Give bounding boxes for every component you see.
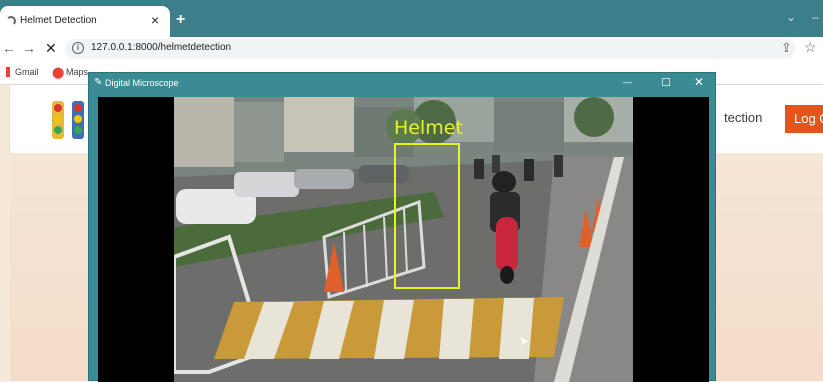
popup-title: Digital Microscope: [105, 78, 179, 88]
popup-maximize-button[interactable]: ☐: [661, 76, 671, 89]
logout-button[interactable]: Log Ou: [785, 105, 823, 133]
tab-title: Helmet Detection: [20, 15, 97, 26]
video-feed: Helmet ➤: [98, 97, 709, 382]
url-text[interactable]: 127.0.0.1:8000/helmetdetection: [91, 42, 231, 53]
stop-button[interactable]: ✕: [45, 40, 57, 57]
bookmark-maps[interactable]: Maps: [66, 67, 88, 77]
detection-bounding-box: [394, 143, 460, 289]
nav-link-detection[interactable]: tection: [724, 110, 762, 125]
digital-microscope-window[interactable]: ✎ Digital Microscope — ☐ ✕ Helmet ➤: [88, 72, 716, 382]
bookmark-gmail[interactable]: Gmail: [15, 67, 39, 77]
tab-bar: Helmet Detection × + ⌄ –: [0, 0, 823, 37]
mouse-cursor-icon: ➤: [519, 334, 530, 348]
bookmark-star-icon[interactable]: ☆: [804, 39, 817, 56]
new-tab-button[interactable]: +: [176, 11, 185, 29]
detection-label: Helmet: [394, 117, 463, 139]
gmail-icon: [6, 67, 10, 77]
tab-search-icon[interactable]: ⌄: [786, 10, 796, 24]
tab-close-button[interactable]: ×: [151, 12, 159, 28]
loading-spinner-icon: [6, 16, 16, 26]
forward-button[interactable]: →: [22, 40, 36, 56]
share-icon[interactable]: ⇪: [781, 40, 792, 56]
browser-toolbar: ← → ✕ i 127.0.0.1:8000/helmetdetection ⇪…: [0, 37, 823, 61]
popup-minimize-button[interactable]: —: [623, 77, 632, 87]
traffic-light-logo-icon: [52, 101, 84, 139]
popup-close-button[interactable]: ✕: [694, 75, 704, 89]
maps-pin-icon: ⬤: [52, 67, 65, 79]
feather-icon: ✎: [94, 77, 103, 88]
minimize-button[interactable]: –: [812, 10, 819, 24]
back-button[interactable]: ←: [2, 40, 16, 56]
site-info-icon[interactable]: i: [72, 42, 84, 54]
tab-helmet-detection[interactable]: Helmet Detection ×: [0, 6, 170, 37]
